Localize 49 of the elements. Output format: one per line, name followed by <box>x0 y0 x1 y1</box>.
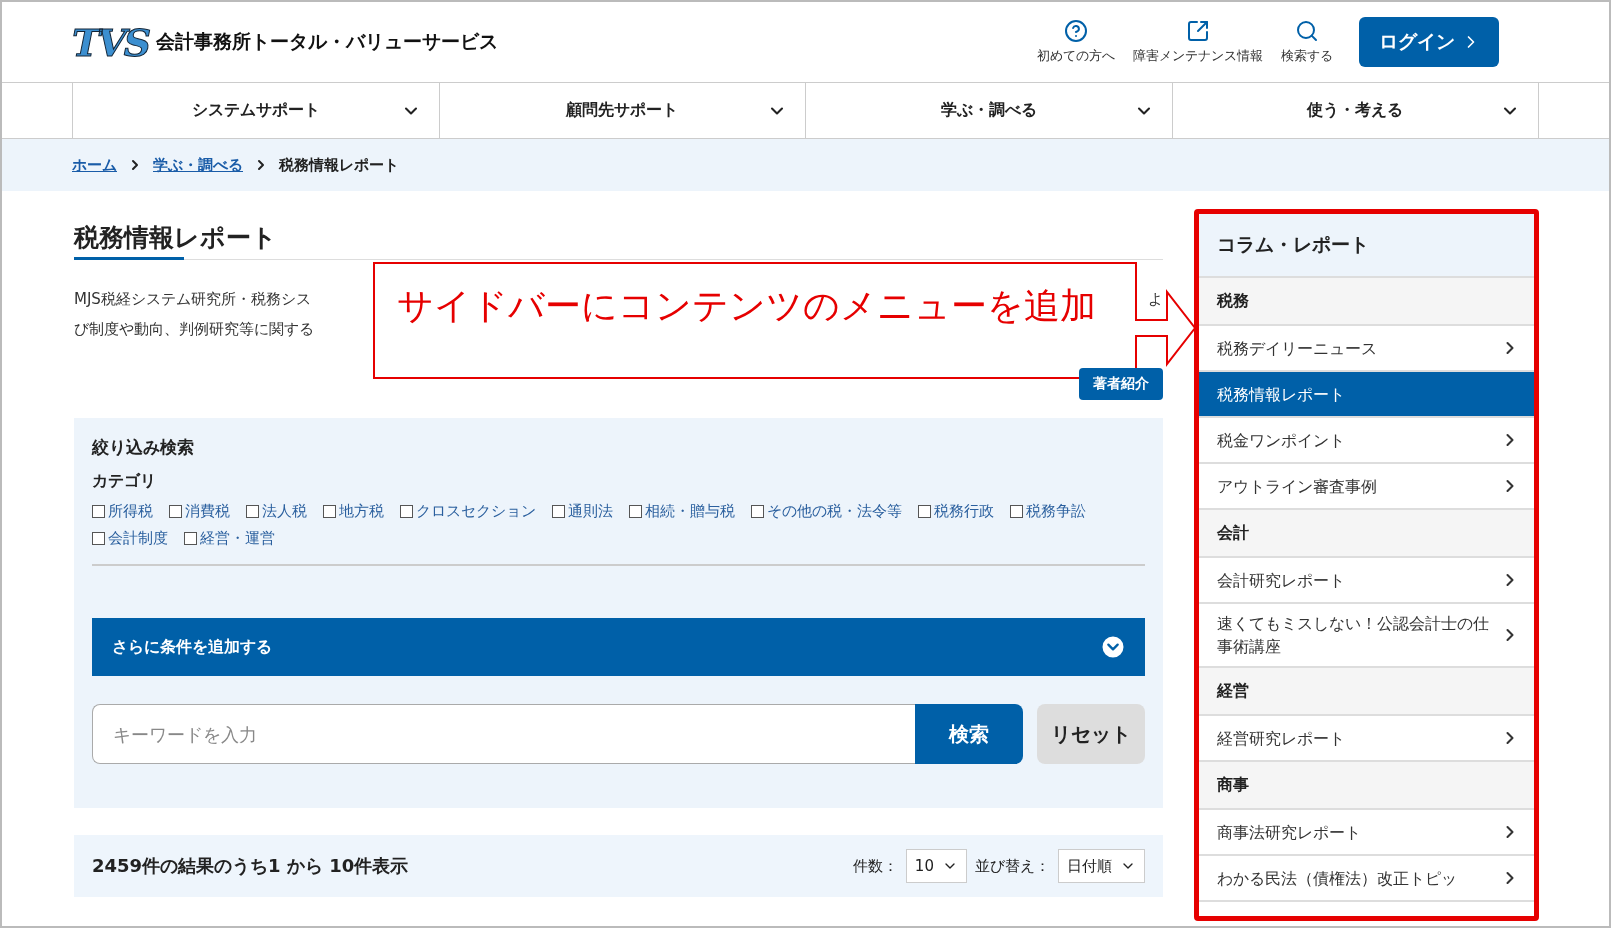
keyword-field[interactable]: キーワードを入力 <box>92 704 915 764</box>
search-icon <box>1295 19 1319 43</box>
nav-menu-item[interactable]: 学ぶ・調べる <box>805 83 1172 138</box>
breadcrumb-link[interactable]: ホーム <box>72 155 117 175</box>
per-page-label: 件数： <box>852 856 898 876</box>
category-label: カテゴリ <box>92 471 157 492</box>
category-checkbox[interactable]: 経営・運営 <box>184 529 275 548</box>
sidebar-heading: 商事 <box>1198 762 1534 810</box>
category-checkbox[interactable]: 所得税 <box>92 502 153 521</box>
logo-mark[interactable]: TVS <box>72 19 149 65</box>
description-text: よ <box>1147 289 1163 310</box>
category-checkbox[interactable]: その他の税・法令等 <box>751 502 902 521</box>
more-conditions-bar[interactable]: さらに条件を追加する <box>92 618 1145 676</box>
utility-link[interactable]: 初めての方へ <box>1037 19 1115 65</box>
per-page-select[interactable]: 10 <box>905 849 967 883</box>
sort-select[interactable]: 日付順 <box>1057 849 1145 883</box>
filter-title: 絞り込み検索 <box>92 436 195 459</box>
sort-label: 並び替え： <box>974 856 1050 876</box>
breadcrumb-current: 税務情報レポート <box>279 155 399 175</box>
category-checkbox[interactable]: 通則法 <box>552 502 613 521</box>
nav-menu-item[interactable]: 使う・考える <box>1171 83 1539 138</box>
sidebar-item[interactable]: 税務情報レポート <box>1198 372 1534 418</box>
utility-link[interactable]: 検索する <box>1281 19 1333 65</box>
sidebar-heading: 会計 <box>1198 510 1534 558</box>
sidebar-title: コラム・レポート <box>1198 214 1534 278</box>
category-checkbox[interactable]: 地方税 <box>323 502 384 521</box>
category-checkbox[interactable]: 税務行政 <box>918 502 994 521</box>
utility-link[interactable]: 障害メンテナンス情報 <box>1133 19 1263 65</box>
category-checkbox[interactable]: 会計制度 <box>92 529 168 548</box>
search-button[interactable]: 検索 <box>914 704 1023 764</box>
category-checkbox[interactable]: 消費税 <box>169 502 230 521</box>
description-text: び制度や動向、判例研究等に関する <box>74 319 314 340</box>
description-text: MJS税経システム研究所・税務シス <box>74 289 311 310</box>
category-checkbox[interactable]: 税務争訟 <box>1010 502 1086 521</box>
external-link-icon <box>1186 19 1210 43</box>
nav-menu-item[interactable]: 顧問先サポート <box>438 83 805 138</box>
nav-menu-item[interactable]: システムサポート <box>72 83 439 138</box>
breadcrumb-link[interactable]: 学ぶ・調べる <box>153 155 243 175</box>
reset-button[interactable]: リセット <box>1036 704 1145 764</box>
category-checkbox[interactable]: 法人税 <box>246 502 307 521</box>
category-checkbox[interactable]: クロスセクション <box>400 502 536 521</box>
sidebar-heading: 税務 <box>1198 278 1534 326</box>
help-icon <box>1064 19 1088 43</box>
sidebar-heading: 経営 <box>1198 668 1534 716</box>
login-button[interactable]: ログイン <box>1359 17 1499 67</box>
site-name: 会計事務所トータル・バリューサービス <box>156 29 499 54</box>
page-title: 税務情報レポート <box>74 222 278 254</box>
category-checkbox[interactable]: 相続・贈与税 <box>629 502 735 521</box>
results-summary: 2459件の結果のうち1 から 10件表示 <box>92 854 409 878</box>
